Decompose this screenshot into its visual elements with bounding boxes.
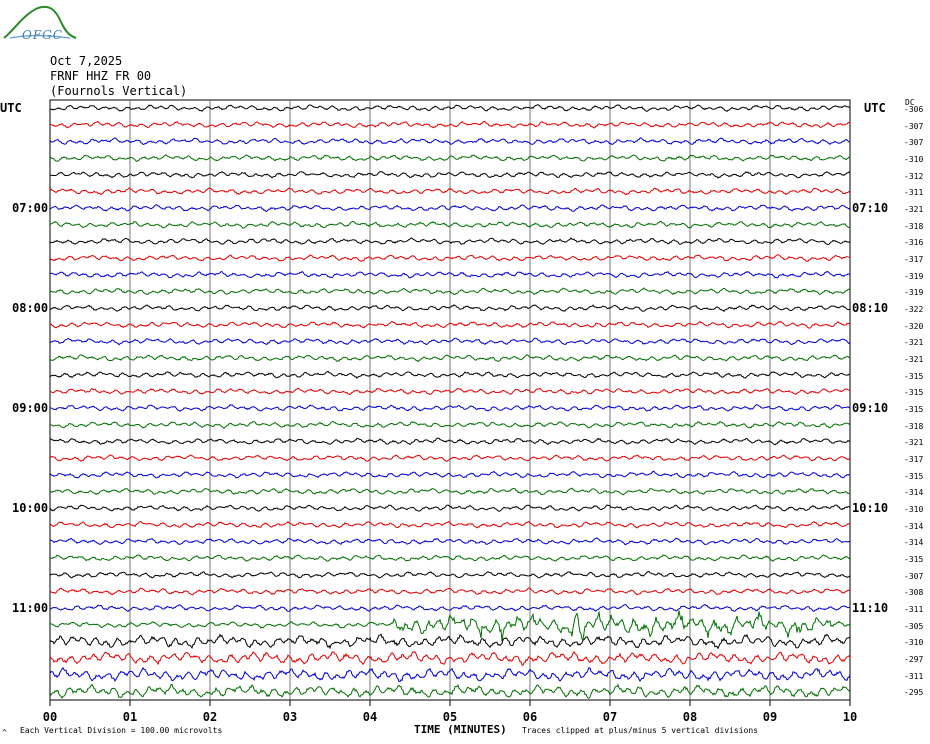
dc-offset-label: -321	[904, 338, 924, 348]
right-time-label: 11:10	[852, 601, 889, 616]
helicorder-page: { "logo_text": "OFGC", "header": { "date…	[0, 0, 930, 744]
corner-mark: ^	[2, 728, 7, 737]
x-tick-label: 04	[362, 710, 378, 724]
dc-offset-label: -308	[904, 588, 924, 598]
dc-offset-label: -315	[904, 405, 924, 415]
dc-offset-label: -310	[904, 155, 924, 164]
dc-offset-label: -311	[904, 671, 924, 681]
dc-offset-label: -316	[904, 238, 924, 248]
x-tick-label: 06	[522, 710, 538, 724]
dc-offset-label: -314	[904, 488, 924, 498]
dc-offset-label: -306	[904, 105, 924, 114]
left-time-label: 08:00	[12, 301, 49, 316]
x-tick-label: 00	[42, 710, 58, 724]
clip-note: Traces clipped at plus/minus 5 vertical …	[522, 726, 759, 735]
x-tick-label: 03	[282, 710, 298, 724]
dc-offset-label: -315	[904, 471, 924, 481]
x-tick-label: 09	[762, 710, 778, 724]
dc-offset-label: -322	[904, 305, 924, 315]
dc-offset-label: -315	[904, 388, 924, 398]
dc-offset-label: -297	[904, 655, 924, 665]
dc-offset-label: -305	[904, 621, 924, 631]
right-time-label: 09:10	[852, 401, 889, 416]
vertical-division-note: Each Vertical Division = 100.00 microvol…	[20, 726, 223, 735]
x-tick-label: 01	[122, 710, 138, 724]
left-time-label: 09:00	[12, 401, 49, 416]
x-tick-label: 02	[202, 710, 218, 724]
dc-offset-label: -315	[904, 371, 924, 381]
dc-offset-label: -318	[904, 221, 924, 231]
dc-offset-label: -315	[904, 555, 924, 565]
left-time-label: 11:00	[12, 601, 49, 616]
x-axis-title: TIME (MINUTES)	[414, 723, 507, 736]
dc-offset-label: -295	[904, 688, 924, 698]
x-tick-label: 10	[842, 710, 858, 724]
dc-offset-label: -310	[904, 505, 924, 515]
dc-offset-label: -307	[904, 121, 924, 131]
dc-offset-label: -307	[904, 571, 924, 581]
dc-offset-label: -314	[904, 521, 924, 531]
x-tick-label: 07	[602, 710, 618, 724]
dc-offset-label: -321	[904, 438, 924, 448]
dc-offset-label: -320	[904, 321, 924, 331]
dc-offset-label: -317	[904, 255, 924, 265]
dc-offset-label: -319	[904, 288, 924, 298]
dc-offset-label: -312	[904, 171, 924, 181]
dc-offset-label: -314	[904, 538, 924, 548]
dc-offset-label: -317	[904, 455, 924, 465]
right-time-label: 07:10	[852, 201, 889, 216]
x-tick-label: 05	[442, 710, 458, 724]
dc-offset-label: -321	[904, 355, 924, 365]
dc-offset-label: -321	[904, 205, 924, 215]
x-tick-label: 08	[682, 710, 698, 724]
dc-offset-label: -307	[904, 138, 924, 148]
helicorder-chart	[49, 99, 851, 706]
left-time-label: 07:00	[12, 201, 49, 216]
dc-offset-label: -311	[904, 605, 924, 615]
right-time-label: 10:10	[852, 501, 889, 516]
right-time-label: 08:10	[852, 301, 889, 316]
dc-offset-label: -318	[904, 421, 924, 431]
dc-offset-label: -311	[904, 188, 924, 198]
left-time-label: 10:00	[12, 501, 49, 516]
dc-offset-label: -310	[904, 638, 924, 648]
dc-offset-label: -319	[904, 271, 924, 281]
